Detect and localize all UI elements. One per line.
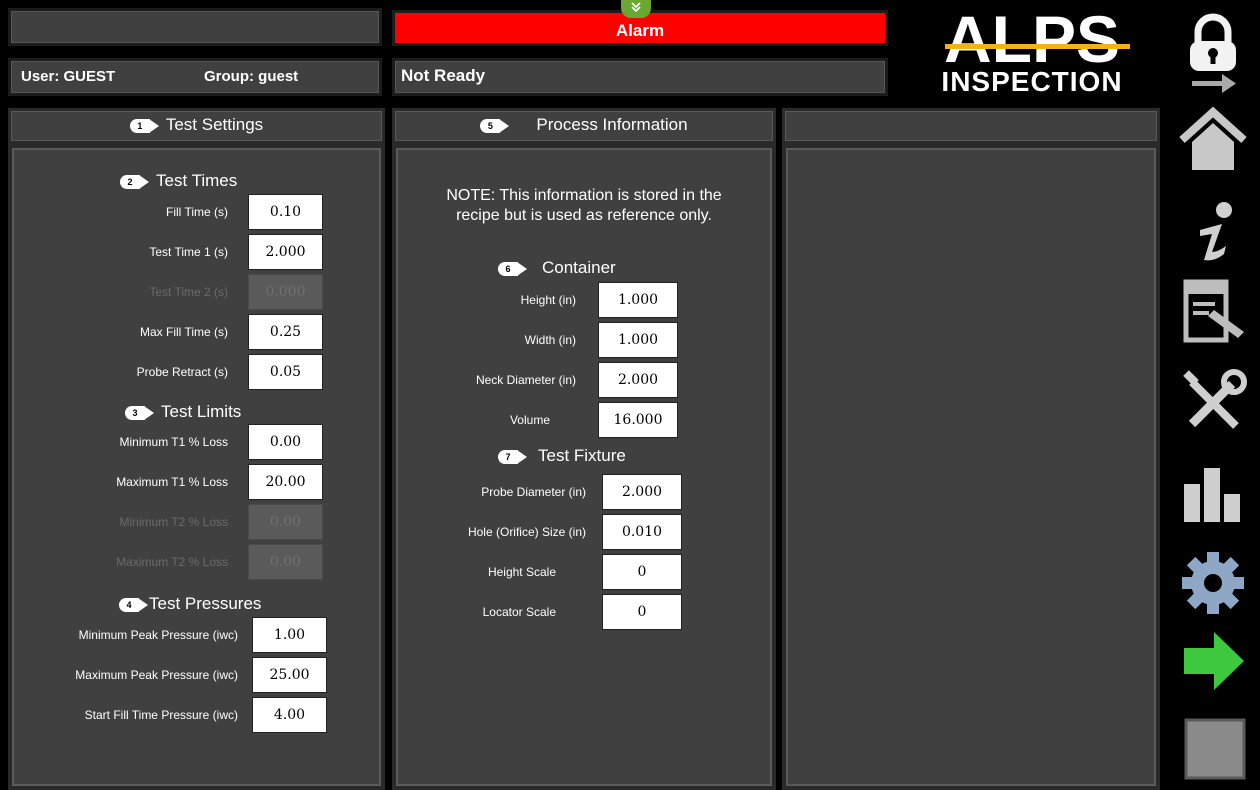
max-fill-time-label: Max Fill Time (s): [140, 325, 228, 339]
min-t1-loss-input[interactable]: 0.00: [248, 424, 323, 460]
recipe-edit-icon: [1183, 279, 1244, 343]
fill-time-input[interactable]: 0.10: [248, 194, 323, 230]
home-icon: [1179, 106, 1247, 170]
volume-input[interactable]: 16.000: [598, 402, 678, 438]
container-width-label: Width (in): [524, 333, 576, 347]
home-button[interactable]: [1178, 106, 1248, 176]
tools-icon: [1183, 369, 1247, 429]
locator-scale-input[interactable]: 0: [602, 594, 682, 630]
logout-button[interactable]: [1178, 8, 1248, 98]
test-time-1-label: Test Time 1 (s): [149, 245, 228, 259]
neck-diameter-label: Neck Diameter (in): [475, 373, 576, 387]
section-title-test-pressures: 4 Test Pressures: [119, 594, 261, 614]
step-badge: 2: [120, 174, 149, 189]
panel-title: Process Information: [536, 115, 688, 134]
test-settings-panel: 2 Test Times Fill Time (s) 0.10 Test Time…: [8, 144, 385, 790]
hole-size-label: Hole (Orifice) Size (in): [467, 525, 586, 539]
header-blank-box: [8, 8, 382, 46]
recipe-edit-button[interactable]: [1178, 276, 1248, 346]
note-line-2: recipe but is used as reference only.: [456, 207, 712, 224]
test-time-2-label: Test Time 2 (s): [149, 285, 228, 299]
start-fill-pressure-input[interactable]: 4.00: [252, 697, 327, 733]
height-scale-input[interactable]: 0: [602, 554, 682, 590]
chevron-down-icon: [631, 2, 641, 13]
step-badge: 5: [480, 118, 510, 133]
container-width-input[interactable]: 1.000: [598, 322, 678, 358]
user-label: User: GUEST: [21, 68, 116, 85]
third-panel: [782, 144, 1160, 790]
probe-retract-label: Probe Retract (s): [136, 365, 228, 379]
fill-time-label: Fill Time (s): [166, 205, 228, 219]
probe-diameter-input[interactable]: 2.000: [602, 474, 682, 510]
height-scale-label: Height Scale: [487, 565, 556, 579]
statistics-icon: [1184, 468, 1240, 522]
group-label: Group: guest: [204, 68, 299, 85]
stop-button[interactable]: [1178, 714, 1248, 784]
neck-diameter-input[interactable]: 2.000: [598, 362, 678, 398]
user-group-bar: User: GUEST Group: guest: [8, 58, 382, 96]
status-text: Not Ready: [401, 66, 486, 85]
info-icon: [1200, 202, 1232, 261]
min-t2-loss-label: Minimum T2 % Loss: [119, 515, 228, 529]
test-time-2-input: 0.000: [248, 274, 323, 310]
min-t1-loss-label: Minimum T1 % Loss: [119, 435, 228, 449]
start-fill-pressure-label: Start Fill Time Pressure (iwc): [84, 708, 238, 722]
section-title-test-limits: 3 Test Limits: [125, 402, 241, 422]
tools-button[interactable]: [1178, 368, 1248, 438]
note-line-1: NOTE: This information is stored in the: [446, 187, 722, 204]
section-title-test-fixture: 7 Test Fixture: [498, 446, 626, 466]
info-button[interactable]: [1178, 196, 1248, 266]
probe-diameter-label: Probe Diameter (in): [481, 485, 586, 499]
locator-scale-label: Locator Scale: [482, 605, 556, 619]
panel-title: Test Settings: [165, 115, 264, 134]
max-t2-loss-label: Maximum T2 % Loss: [116, 555, 228, 569]
test-settings-header: 1 Test Settings: [8, 108, 385, 144]
process-info-header: 5 Process Information: [392, 108, 776, 144]
third-panel-header: [782, 108, 1160, 144]
process-info-panel: NOTE: This information is stored in the …: [392, 144, 776, 790]
sidebar: [1162, 0, 1260, 790]
section-title-test-times: 2 Test Times: [120, 171, 237, 191]
alarm-expand-tab[interactable]: [621, 0, 651, 18]
probe-retract-input[interactable]: 0.05: [248, 354, 323, 390]
stop-icon: [1184, 718, 1246, 780]
start-button[interactable]: [1178, 626, 1248, 696]
alps-logo: ALPS INSPECTION: [925, 2, 1140, 98]
step-badge: 1: [129, 118, 159, 133]
min-peak-pressure-label: Minimum Peak Pressure (iwc): [78, 628, 238, 642]
volume-label: Volume: [509, 413, 550, 427]
container-height-label: Height (in): [520, 293, 576, 307]
max-fill-time-input[interactable]: 0.25: [248, 314, 323, 350]
alarm-label: Alarm: [615, 21, 665, 40]
max-peak-pressure-input[interactable]: 25.00: [252, 657, 327, 693]
min-peak-pressure-input[interactable]: 1.00: [252, 617, 327, 653]
step-badge: 6: [498, 261, 527, 276]
statistics-button[interactable]: [1178, 454, 1248, 524]
max-peak-pressure-label: Maximum Peak Pressure (iwc): [75, 668, 238, 682]
max-t1-loss-input[interactable]: 20.00: [248, 464, 323, 500]
test-time-1-input[interactable]: 2.000: [248, 234, 323, 270]
step-badge: 4: [119, 597, 148, 612]
start-arrow-icon: [1184, 632, 1244, 690]
settings-button[interactable]: [1178, 548, 1248, 618]
status-bar: Not Ready: [392, 58, 888, 96]
step-badge: 7: [498, 449, 527, 464]
step-badge: 3: [125, 405, 154, 420]
logo-bottom-text: INSPECTION: [941, 66, 1122, 97]
section-title-container: 6 Container: [498, 258, 616, 278]
container-height-input[interactable]: 1.000: [598, 282, 678, 318]
max-t1-loss-label: Maximum T1 % Loss: [116, 475, 228, 489]
logout-lock-icon: [1190, 13, 1236, 93]
settings-gear-icon: [1182, 552, 1244, 614]
min-t2-loss-input: 0.00: [248, 504, 323, 540]
max-t2-loss-input: 0.00: [248, 544, 323, 580]
hole-size-input[interactable]: 0.010: [602, 514, 682, 550]
note-text: NOTE: This information is stored in the …: [396, 186, 772, 226]
